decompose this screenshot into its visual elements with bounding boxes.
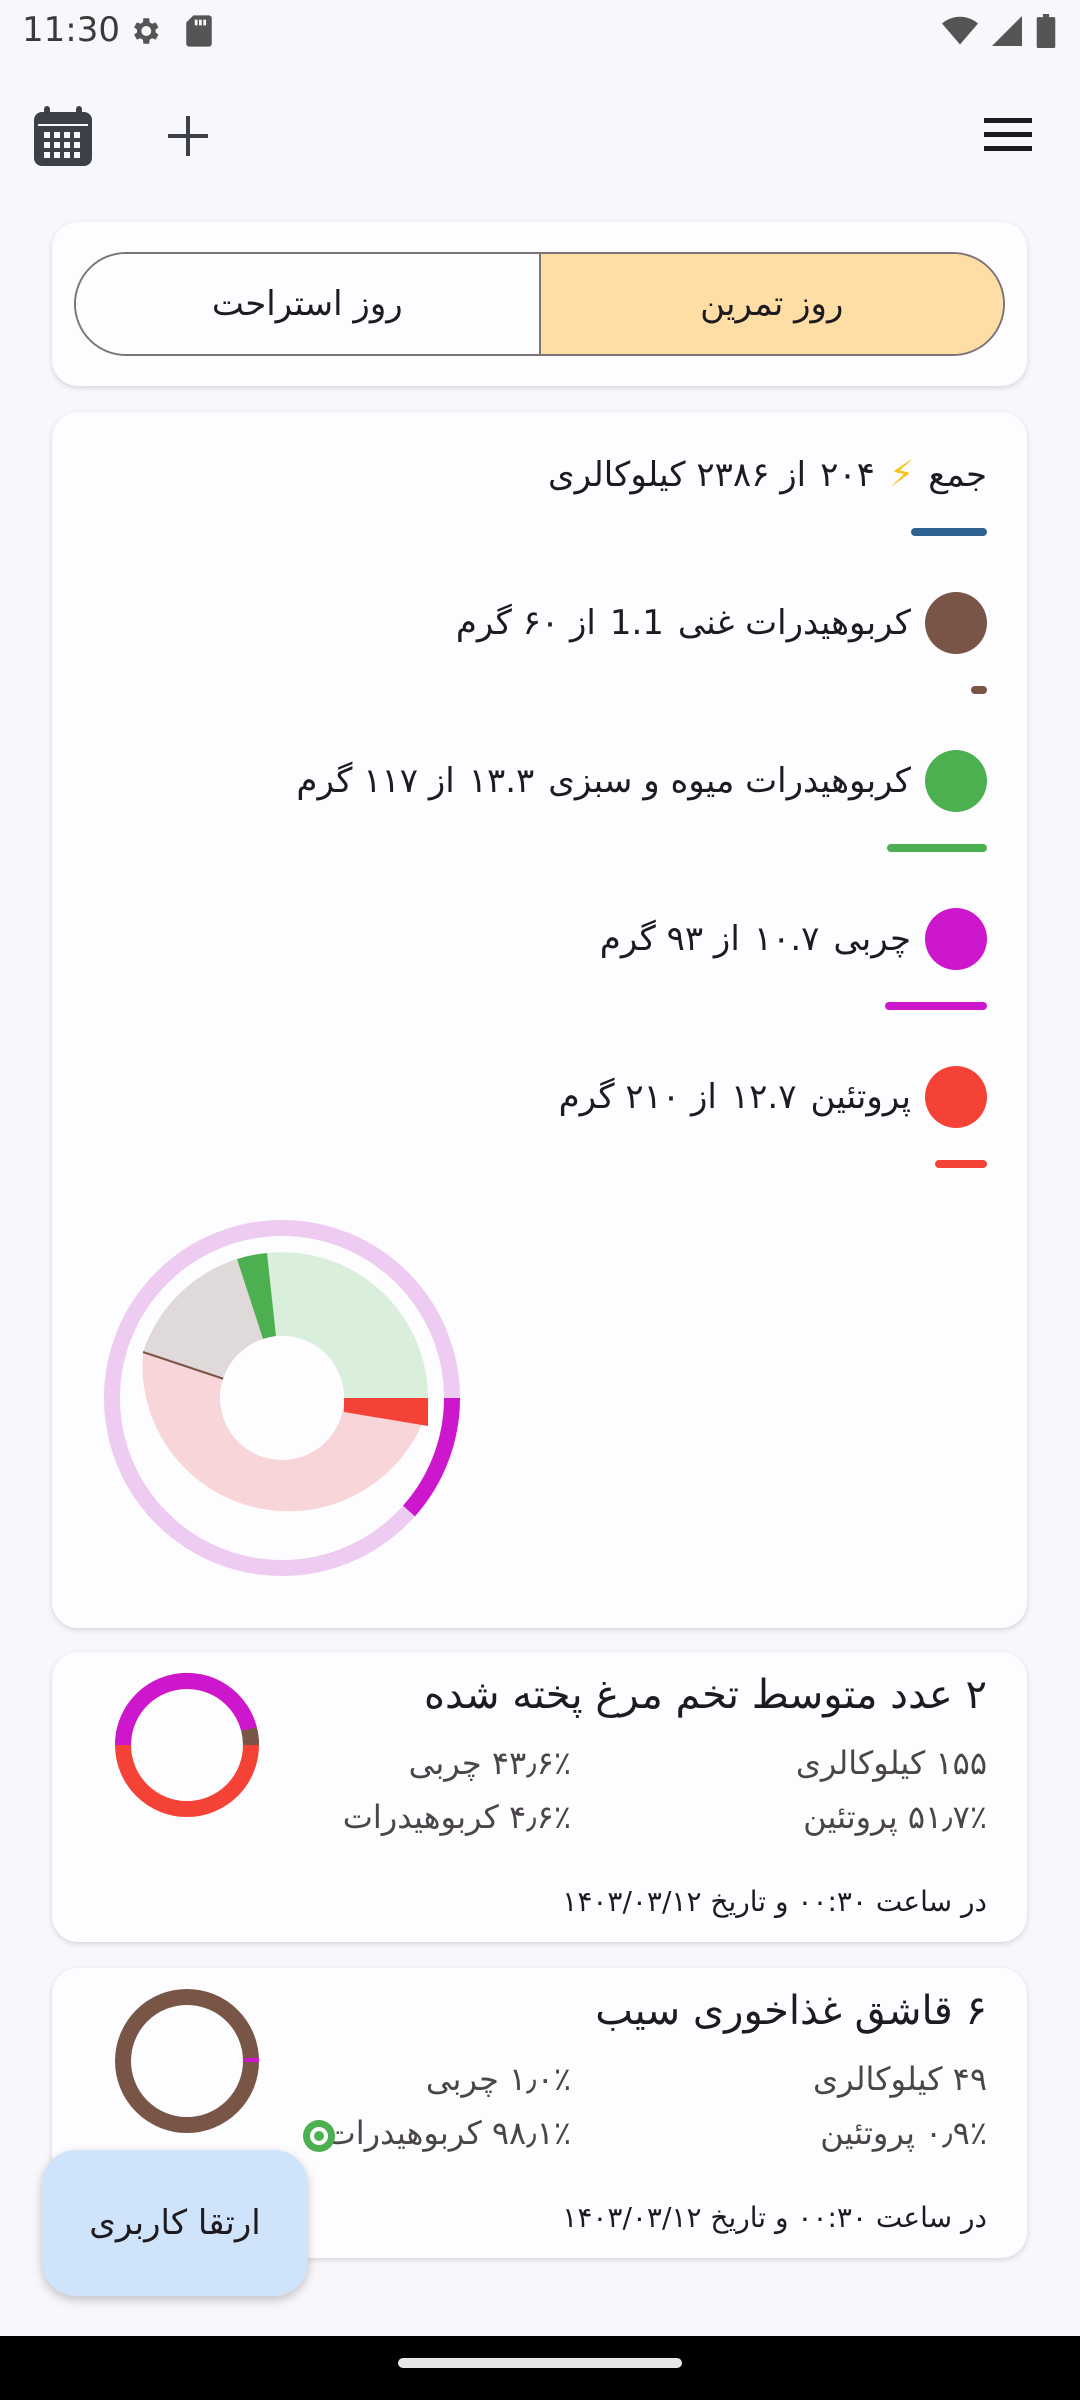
training-day-option[interactable]: روز تمرین [538,254,1003,354]
food-protein: ۵۱٫۷٪ پروتئین [803,1798,987,1836]
food-title: ۶ قاشق غذاخوری سیب [595,1988,987,2034]
macro-value: 1.1 [609,603,664,643]
add-button[interactable] [160,108,216,164]
food-calories: ۱۵۵ کیلوکالری [795,1744,987,1782]
macro-target: از ۶۰ گرم [455,603,596,643]
leaf-badge-icon [303,2120,335,2152]
food-datetime: در ساعت ۰۰:۳۰ و تاریخ ۱۴۰۳/۰۳/۱۲ [562,1885,987,1918]
macro-row-fruit-veg-carbs: کربوهیدرات میوه و سبزی ۱۳.۳ از ۱۱۷ گرم [296,750,987,812]
lightning-icon: ⚡ [888,454,915,495]
food-protein: ۰٫۹٪ پروتئین [820,2114,987,2152]
daily-summary-card: جمع ⚡ ۲۰۴ از ۲۳۸۶ کیلوکالری کربوهیدرات غ… [52,412,1027,1628]
food-calories: ۴۹ کیلوکالری [813,2060,987,2098]
food-fat: ۱٫۰٪ چربی [425,2060,571,2098]
food-fat: ۴۳٫۶٪ چربی [408,1744,571,1782]
wifi-icon [942,16,978,45]
day-toggle: روز استراحت روز تمرین [74,252,1005,356]
total-value: ۲۰۴ [820,454,875,495]
total-label: جمع [928,454,987,495]
home-gesture-handle[interactable] [398,2358,682,2368]
menu-button[interactable] [984,116,1036,156]
total-calories-row: جمع ⚡ ۲۰۴ از ۲۳۸۶ کیلوکالری [548,454,987,495]
total-progress-bar [911,528,987,536]
gear-icon [134,18,159,44]
status-bar: 11:30 [0,0,1080,64]
signal-icon [992,16,1022,46]
food-carbs: ۹۸٫۱٪ کربوهیدرات [325,2114,571,2152]
fruit-veg-carbs-dot [925,750,987,812]
calendar-button[interactable] [34,106,92,166]
macro-label: چربی [833,919,911,959]
upgrade-account-button[interactable]: ارتقا کاربری [42,2150,308,2296]
macro-target: از ۱۱۷ گرم [296,761,455,801]
sd-card-icon [186,15,212,47]
calendar-icon [34,106,92,166]
food-datetime: در ساعت ۰۰:۳۰ و تاریخ ۱۴۰۳/۰۳/۱۲ [562,2201,987,2234]
macro-label: کربوهیدرات میوه و سبزی [548,761,911,801]
battery-icon [1036,14,1056,48]
macro-target: از ۹۳ گرم [599,919,740,959]
protein-dot [925,1066,987,1128]
day-toggle-card: روز استراحت روز تمرین [52,222,1027,386]
food-macro-ring [114,1672,260,1817]
fat-dot [925,908,987,970]
rich-carbs-dot [925,592,987,654]
food-macro-ring [115,1989,260,2133]
macro-value: ۱۲.۷ [730,1077,797,1117]
rest-day-option[interactable]: روز استراحت [76,254,539,354]
macro-label: کربوهیدرات غنی [677,603,911,643]
food-title: ۲ عدد متوسط تخم مرغ پخته شده [424,1672,987,1718]
menu-icon [984,118,1032,151]
macro-sunburst-chart [104,1220,460,1576]
macro-row-fat: چربی ۱۰.۷ از ۹۳ گرم [600,908,987,970]
protein-progress-bar [935,1160,987,1168]
plus-icon [168,116,208,156]
macro-row-rich-carbs: کربوهیدرات غنی 1.1 از ۶۰ گرم [456,592,987,654]
macro-row-protein: پروتئین ۱۲.۷ از ۲۱۰ گرم [559,1066,987,1128]
food-entry-card[interactable]: ۲ عدد متوسط تخم مرغ پخته شده ۱۵۵ کیلوکال… [52,1652,1027,1942]
status-time: 11:30 [22,10,120,50]
macro-value: ۱۳.۳ [468,761,535,801]
total-target: از ۲۳۸۶ کیلوکالری [548,454,807,495]
chart-center-hole [220,1336,344,1460]
rich-carbs-progress-bar [971,686,987,694]
macro-value: ۱۰.۷ [753,919,820,959]
app-bar [0,90,1080,184]
system-nav-bar [0,2336,1080,2400]
macro-label: پروتئین [810,1077,911,1117]
fruit-veg-carbs-progress-bar [887,844,987,852]
fat-progress-bar [885,1002,987,1010]
macro-target: از ۲۱۰ گرم [558,1077,717,1117]
food-carbs: ۴٫۶٪ کربوهیدرات [342,1798,571,1836]
